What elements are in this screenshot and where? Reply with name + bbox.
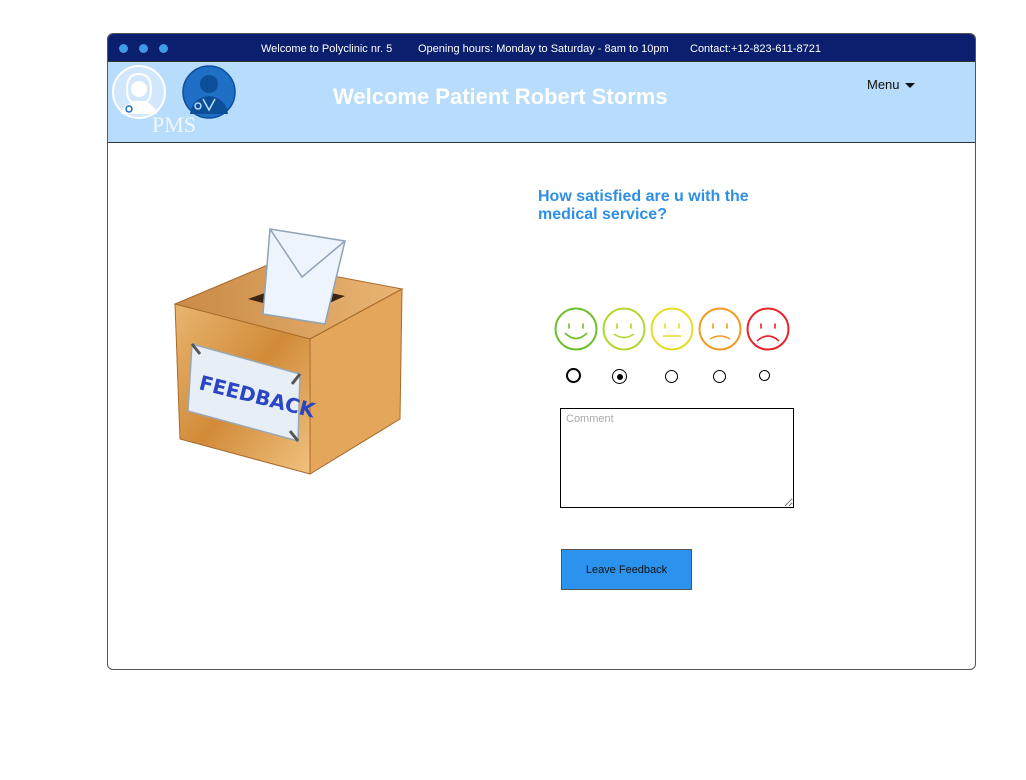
top-info-bar: Welcome to Polyclinic nr. 5 Opening hour… bbox=[108, 34, 975, 61]
female-doctor-icon bbox=[112, 65, 166, 119]
neutral-face-icon bbox=[650, 307, 694, 351]
logo-text: PMS bbox=[152, 112, 196, 137]
menu-label: Menu bbox=[867, 77, 900, 92]
satisfied-face-icon bbox=[602, 307, 646, 351]
window-dot-icon bbox=[119, 44, 128, 53]
radio-selected-indicator bbox=[616, 373, 623, 380]
satisfaction-question: How satisfied are u with the medical ser… bbox=[538, 188, 749, 223]
male-doctor-icon bbox=[182, 65, 236, 119]
very-unsatisfied-face-icon bbox=[746, 307, 790, 351]
satisfaction-radio[interactable] bbox=[566, 368, 581, 383]
menu-dropdown[interactable]: Menu bbox=[867, 77, 915, 92]
window-dot-icon bbox=[139, 44, 148, 53]
feedback-box-illustration: FEEDBACK bbox=[173, 228, 404, 475]
opening-hours-text: Opening hours: Monday to Saturday - 8am … bbox=[418, 43, 669, 55]
satisfaction-radio[interactable] bbox=[665, 370, 678, 383]
chevron-down-icon bbox=[904, 83, 915, 89]
satisfaction-radio[interactable] bbox=[713, 370, 726, 383]
leave-feedback-button[interactable]: Leave Feedback bbox=[561, 549, 692, 590]
comment-field[interactable] bbox=[560, 408, 794, 508]
unsatisfied-face-icon bbox=[698, 307, 742, 351]
very-satisfied-face-icon bbox=[554, 307, 598, 351]
satisfaction-radio[interactable] bbox=[759, 370, 770, 381]
pms-logo: PMS bbox=[112, 65, 236, 137]
page-header: PMS Welcome Patient Robert Storms Menu bbox=[108, 61, 975, 143]
app-window: Welcome to Polyclinic nr. 5 Opening hour… bbox=[107, 33, 976, 670]
clinic-welcome-text: Welcome to Polyclinic nr. 5 bbox=[261, 43, 393, 55]
contact-text: Contact:+12-823-611-8721 bbox=[690, 43, 821, 55]
page-title: Welcome Patient Robert Storms bbox=[333, 84, 668, 109]
satisfaction-radio[interactable] bbox=[612, 369, 627, 384]
window-dot-icon bbox=[159, 44, 168, 53]
